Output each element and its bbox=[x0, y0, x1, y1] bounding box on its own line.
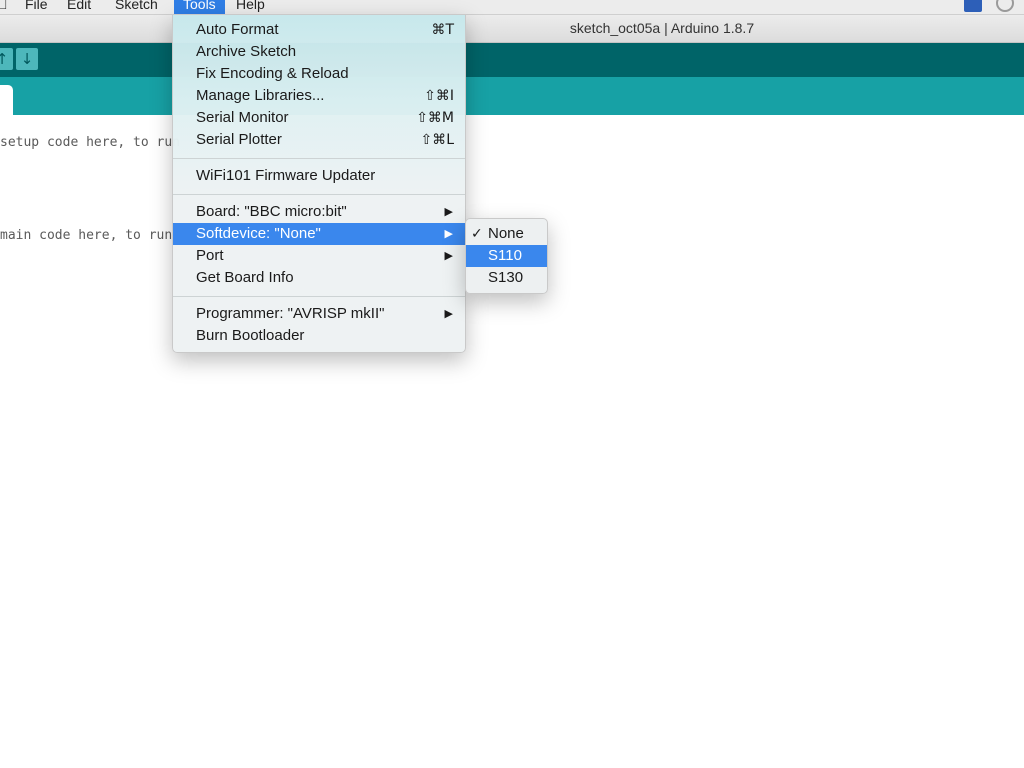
menu-item-burn-bootloader[interactable]: Burn Bootloader bbox=[173, 325, 465, 347]
window-titlebar: sketch_oct05a | Arduino 1.8.7 bbox=[0, 15, 1024, 43]
menu-item-wifi-updater[interactable]: WiFi101 Firmware Updater bbox=[173, 165, 465, 187]
menu-item-auto-format[interactable]: Auto Format ⌘T bbox=[173, 19, 465, 41]
shortcut-label: ⇧⌘L bbox=[420, 132, 454, 148]
menu-item-archive-sketch[interactable]: Archive Sketch bbox=[173, 41, 465, 63]
tab-bar bbox=[0, 77, 1024, 115]
open-icon[interactable]: ↑ bbox=[0, 48, 13, 70]
menu-separator bbox=[173, 194, 465, 195]
menu-item-board[interactable]: Board: "BBC micro:bit" ▶ bbox=[173, 201, 465, 223]
menu-item-board-info[interactable]: Get Board Info bbox=[173, 267, 465, 289]
submenu-arrow-icon: ▶ bbox=[444, 249, 453, 262]
window-title: sketch_oct05a | Arduino 1.8.7 bbox=[569, 20, 755, 36]
menu-tools[interactable]: Tools bbox=[174, 0, 225, 14]
menu-item-port[interactable]: Port ▶ bbox=[173, 245, 465, 267]
menu-file[interactable]: File bbox=[20, 0, 53, 14]
menu-item-serial-monitor[interactable]: Serial Monitor ⇧⌘M bbox=[173, 107, 465, 129]
submenu-arrow-icon: ▶ bbox=[444, 307, 453, 320]
menu-help[interactable]: Help bbox=[231, 0, 270, 14]
save-icon[interactable]: ↓ bbox=[16, 48, 38, 70]
menu-separator bbox=[173, 158, 465, 159]
code-line[interactable]: main code here, to run bbox=[0, 228, 172, 243]
menu-item-programmer[interactable]: Programmer: "AVRISP mkII" ▶ bbox=[173, 303, 465, 325]
submenu-arrow-icon: ▶ bbox=[444, 227, 453, 240]
softdevice-submenu: ✓ None S110 S130 bbox=[465, 218, 548, 294]
menu-separator bbox=[173, 296, 465, 297]
menu-bar:  File Edit Sketch Tools Help bbox=[0, 0, 1024, 15]
menu-item-softdevice-none[interactable]: ✓ None bbox=[466, 223, 547, 245]
apple-menu-icon[interactable]:  bbox=[0, 0, 13, 14]
status-circle-icon[interactable] bbox=[996, 0, 1014, 12]
submenu-arrow-icon: ▶ bbox=[444, 205, 453, 218]
checkmark-icon: ✓ bbox=[471, 226, 483, 242]
menu-item-softdevice-s110[interactable]: S110 bbox=[466, 245, 547, 267]
menu-item-softdevice-s130[interactable]: S130 bbox=[466, 267, 547, 289]
menu-item-serial-plotter[interactable]: Serial Plotter ⇧⌘L bbox=[173, 129, 465, 151]
menu-edit[interactable]: Edit bbox=[62, 0, 96, 14]
shortcut-label: ⇧⌘I bbox=[424, 88, 454, 104]
menu-sketch[interactable]: Sketch bbox=[110, 0, 163, 14]
tab-sketch[interactable] bbox=[0, 85, 13, 115]
code-editor[interactable]: setup code here, to run main code here, … bbox=[0, 115, 1024, 768]
arduino-toolbar: ↑ ↓ bbox=[0, 43, 1024, 77]
shortcut-label: ⇧⌘M bbox=[416, 110, 454, 126]
menu-item-softdevice[interactable]: Softdevice: "None" ▶ bbox=[173, 223, 465, 245]
menu-item-manage-libraries[interactable]: Manage Libraries... ⇧⌘I bbox=[173, 85, 465, 107]
shortcut-label: ⌘T bbox=[431, 22, 454, 38]
menu-item-fix-encoding[interactable]: Fix Encoding & Reload bbox=[173, 63, 465, 85]
code-line[interactable]: setup code here, to run bbox=[0, 135, 180, 150]
status-app-icon[interactable] bbox=[964, 0, 982, 12]
tools-menu: Auto Format ⌘T Archive Sketch Fix Encodi… bbox=[172, 14, 466, 353]
